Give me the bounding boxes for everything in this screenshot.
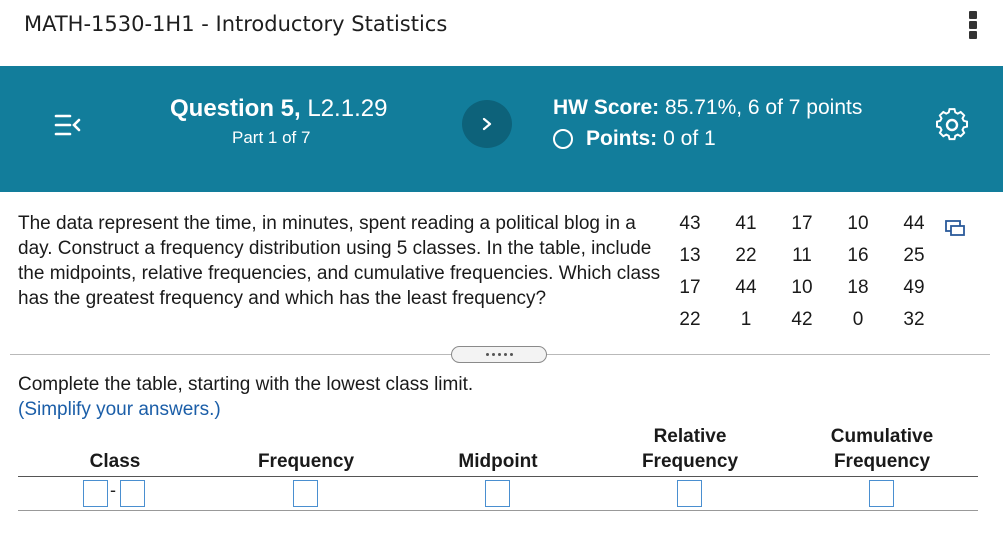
data-row: 22 1 42 0 32: [662, 309, 942, 341]
data-cell: 16: [847, 245, 869, 266]
question-title: Question 5, L2.1.29: [170, 95, 387, 123]
class-upper-limit-input[interactable]: [120, 480, 145, 507]
hw-score: HW Score: 85.71%, 6 of 7 points: [553, 96, 862, 120]
hw-score-value: 85.71%, 6 of 7 points: [659, 96, 863, 119]
points-label: Points:: [586, 127, 658, 150]
next-question-button[interactable]: [462, 100, 512, 148]
data-cell: 17: [679, 277, 701, 298]
class-separator: -: [110, 480, 116, 500]
question-label: Question 5,: [170, 95, 301, 122]
column-header-midpoint-label: Midpoint: [458, 451, 538, 472]
column-header-midpoint: Midpoint: [438, 449, 558, 474]
table-header-rule: [18, 476, 978, 477]
midpoint-input[interactable]: [485, 480, 510, 507]
data-cell: 32: [903, 309, 925, 330]
data-cell: 0: [852, 309, 864, 330]
points-status-icon: [553, 129, 573, 149]
data-cell: 17: [791, 213, 813, 234]
column-header-cumulative-line1: Cumulative: [830, 426, 934, 447]
data-cell: 10: [791, 277, 813, 298]
simplify-note: (Simplify your answers.): [18, 399, 221, 420]
data-cell: 22: [735, 245, 757, 266]
data-cell: 1: [740, 309, 752, 330]
data-table: 43 41 17 10 44 13 22 11 16 25 17 44 10 1…: [662, 213, 942, 341]
data-cell: 49: [903, 277, 925, 298]
chevron-right-icon: [482, 117, 492, 131]
data-cell: 18: [847, 277, 869, 298]
points-value: 0 of 1: [663, 127, 716, 150]
frequency-input[interactable]: [293, 480, 318, 507]
course-title: MATH-1530-1H1 - Introductory Statistics: [24, 12, 448, 36]
data-cell: 10: [847, 213, 869, 234]
gear-icon[interactable]: [932, 105, 972, 145]
question-text: The data represent the time, in minutes,…: [18, 213, 661, 309]
hw-score-label: HW Score:: [553, 96, 660, 119]
resize-handle[interactable]: [451, 346, 547, 363]
instruction-text: Complete the table, starting with the lo…: [18, 374, 474, 395]
top-bar: MATH-1530-1H1 - Introductory Statistics: [0, 0, 1003, 66]
question-part: Part 1 of 7: [232, 128, 311, 147]
points: Points: 0 of 1: [553, 127, 716, 151]
data-cell: 44: [903, 213, 925, 234]
column-header-cumulative-frequency: Cumulative Frequency: [812, 424, 952, 474]
data-cell: 41: [735, 213, 757, 234]
table-bottom-rule: [18, 510, 978, 511]
data-row: 13 22 11 16 25: [662, 245, 942, 277]
column-header-relative-line2: Frequency: [641, 451, 739, 472]
copy-data-icon[interactable]: [944, 219, 966, 237]
cumulative-frequency-input[interactable]: [869, 480, 894, 507]
menu-collapse-icon[interactable]: [48, 105, 94, 145]
data-cell: 44: [735, 277, 757, 298]
column-header-class-label: Class: [89, 451, 141, 472]
relative-frequency-input[interactable]: [677, 480, 702, 507]
data-cell: 22: [679, 309, 701, 330]
kebab-menu-icon[interactable]: [966, 11, 980, 45]
data-cell: 25: [903, 245, 925, 266]
data-row: 43 41 17 10 44: [662, 213, 942, 245]
column-header-relative-frequency: Relative Frequency: [620, 424, 760, 474]
data-row: 17 44 10 18 49: [662, 277, 942, 309]
column-header-class: Class: [60, 449, 170, 474]
column-header-cumulative-line2: Frequency: [833, 451, 931, 472]
question-id: L2.1.29: [300, 95, 388, 122]
question-header: Question 5, L2.1.29 Part 1 of 7 HW Score…: [0, 66, 1003, 192]
data-cell: 42: [791, 309, 813, 330]
column-header-frequency: Frequency: [236, 449, 376, 474]
data-cell: 43: [679, 213, 701, 234]
data-cell: 13: [679, 245, 701, 266]
column-header-frequency-label: Frequency: [257, 451, 355, 472]
class-lower-limit-input[interactable]: [83, 480, 108, 507]
column-header-relative-line1: Relative: [653, 426, 727, 447]
data-cell: 11: [792, 245, 812, 266]
